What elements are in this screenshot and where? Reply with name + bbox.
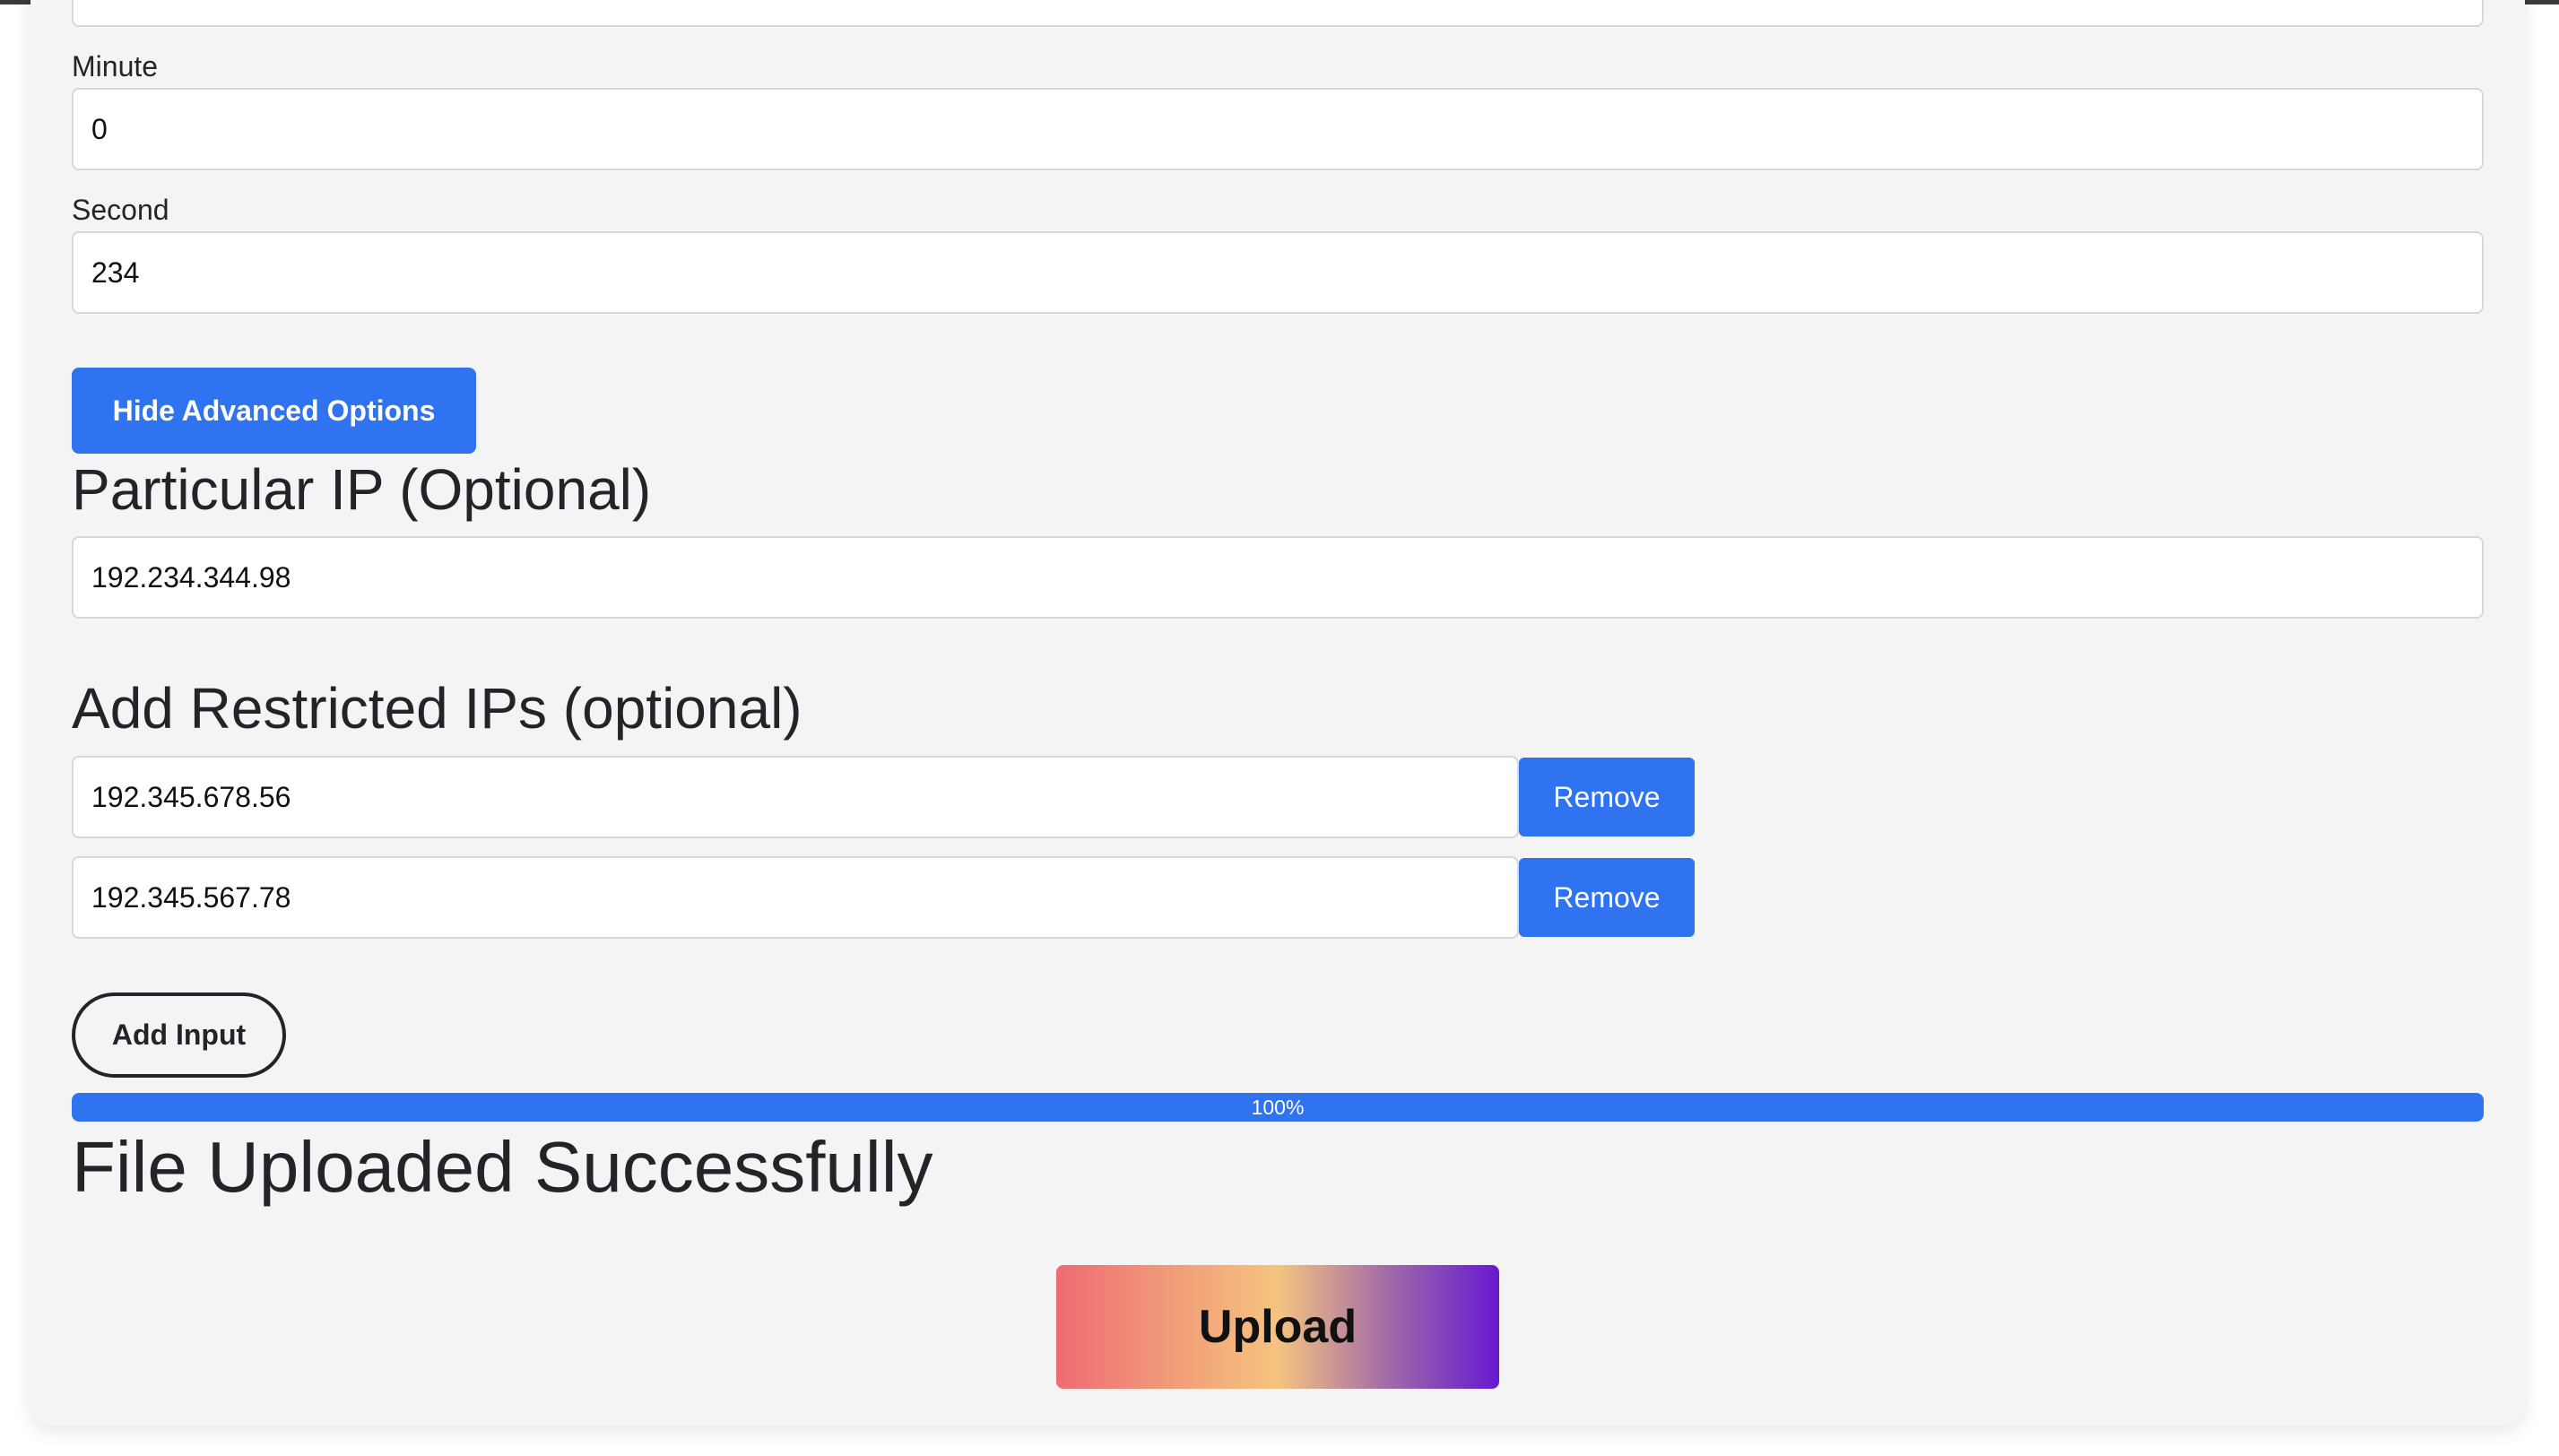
- minute-label: Minute: [72, 50, 159, 82]
- remove-ip-button-2[interactable]: Remove: [1519, 858, 1695, 937]
- particular-ip-input[interactable]: 192.234.344.98: [72, 536, 2484, 619]
- restricted-ip-input-2[interactable]: 192.345.567.78: [72, 856, 1519, 939]
- upload-button[interactable]: Upload: [1056, 1265, 1499, 1389]
- second-input[interactable]: 234: [72, 231, 2484, 314]
- add-input-button[interactable]: Add Input: [72, 992, 286, 1078]
- particular-ip-heading: Particular IP (Optional): [72, 457, 652, 522]
- restricted-ips-heading: Add Restricted IPs (optional): [72, 676, 802, 741]
- remove-ip-button-1[interactable]: Remove: [1519, 758, 1695, 836]
- upload-success-message: File Uploaded Successfully: [72, 1127, 933, 1207]
- hour-input-partial[interactable]: [72, 0, 2484, 27]
- upload-progress-bar: 100%: [72, 1093, 2484, 1122]
- restricted-ip-input-1[interactable]: 192.345.678.56: [72, 756, 1519, 838]
- second-label: Second: [72, 194, 169, 226]
- hide-advanced-options-button[interactable]: Hide Advanced Options: [72, 368, 476, 454]
- minute-input[interactable]: 0: [72, 88, 2484, 170]
- upload-progress-fill: 100%: [72, 1093, 2484, 1122]
- upload-progress-label: 100%: [1251, 1095, 1305, 1119]
